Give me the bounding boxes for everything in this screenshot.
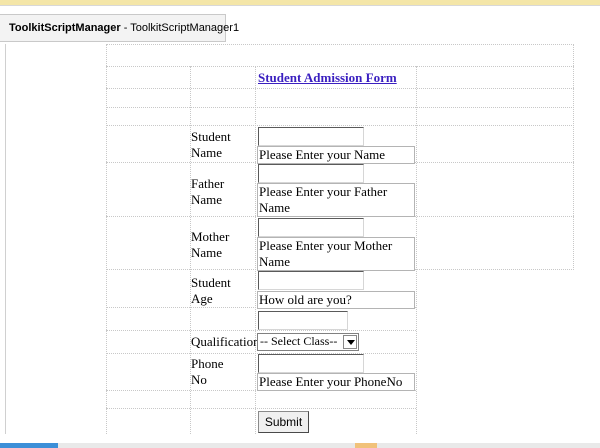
qualification-extra-input[interactable] xyxy=(258,311,348,330)
label-line: Phone xyxy=(191,356,224,371)
tab-control-id: ToolkitScriptManager1 xyxy=(130,22,240,34)
grid-line xyxy=(106,408,416,409)
grid-line xyxy=(106,330,416,331)
status-segment xyxy=(355,443,377,448)
label-line: No xyxy=(191,372,207,387)
student-name-hint: Please Enter your Name xyxy=(257,146,415,164)
tab-control-name: ToolkitScriptManager xyxy=(9,22,121,34)
mother-name-input[interactable] xyxy=(258,218,364,237)
grid-line xyxy=(255,66,256,434)
submit-button[interactable]: Submit xyxy=(258,411,309,433)
mother-name-label: Mother Name xyxy=(191,229,229,261)
label-line: Age xyxy=(191,291,213,306)
grid-line xyxy=(416,66,417,434)
tab-separator: - xyxy=(120,22,131,34)
grid-line xyxy=(106,88,574,89)
window-top-accent xyxy=(0,0,600,6)
label-line: Mother xyxy=(191,229,230,244)
design-surface-border xyxy=(0,44,6,434)
grid-line xyxy=(573,44,574,270)
father-name-label: Father Name xyxy=(191,176,224,208)
status-segment xyxy=(0,443,58,448)
student-name-label: Student Name xyxy=(191,129,231,161)
grid-line xyxy=(106,107,574,108)
phone-input[interactable] xyxy=(258,354,364,373)
script-manager-tab[interactable]: ToolkitScriptManager - ToolkitScriptMana… xyxy=(0,14,239,42)
label-line: Student xyxy=(191,275,231,290)
student-age-label: Student Age xyxy=(191,275,231,307)
qualification-select[interactable]: -- Select Class-- xyxy=(257,333,359,351)
grid-line xyxy=(106,66,574,67)
bottom-status-strip xyxy=(0,443,600,448)
student-name-input[interactable] xyxy=(258,127,364,146)
phone-label: Phone No xyxy=(191,356,224,388)
form-title[interactable]: Student Admission Form xyxy=(258,70,397,86)
father-name-input[interactable] xyxy=(258,164,364,183)
qualification-label: Qualification xyxy=(191,334,260,349)
student-age-input[interactable] xyxy=(258,271,364,290)
select-value: -- Select Class-- xyxy=(260,334,338,348)
label-line: Student xyxy=(191,129,231,144)
mother-name-hint: Please Enter your Mother Name xyxy=(257,237,415,271)
label-line: Name xyxy=(191,192,223,207)
phone-hint: Please Enter your PhoneNo xyxy=(257,373,415,391)
grid-line xyxy=(106,125,574,126)
chevron-down-icon[interactable] xyxy=(343,335,357,349)
grid-line xyxy=(106,44,107,434)
label-line: Father xyxy=(191,176,225,191)
label-line: Name xyxy=(191,245,223,260)
grid-line xyxy=(106,44,574,45)
label-line: Name xyxy=(191,145,223,160)
student-age-hint: How old are you? xyxy=(257,291,415,309)
father-name-hint: Please Enter your Father Name xyxy=(257,183,415,217)
